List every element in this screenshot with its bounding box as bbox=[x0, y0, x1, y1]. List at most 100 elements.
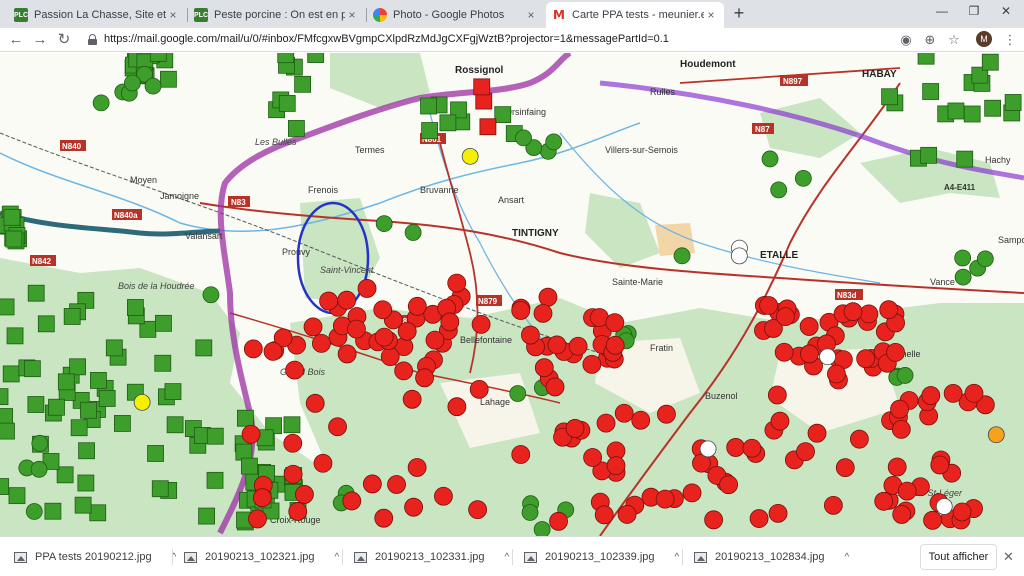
green-circle-marker bbox=[954, 268, 972, 286]
image-file-icon bbox=[524, 551, 537, 563]
tab-passion-la-chasse[interactable]: PLC Passion La Chasse, Site et Forum × bbox=[8, 2, 186, 28]
road-shield: N879 bbox=[476, 295, 502, 306]
download-item[interactable]: PPA tests 20190212.jpg ^ bbox=[14, 545, 176, 569]
green-circle-marker bbox=[375, 215, 393, 233]
show-all-downloads-button[interactable]: Tout afficher bbox=[920, 544, 997, 570]
minimize-button[interactable]: — bbox=[926, 0, 958, 22]
red-circle-marker bbox=[827, 364, 846, 384]
download-filename: 20190213_102321.jpg bbox=[205, 551, 315, 563]
tab-google-photos[interactable]: Photo - Google Photos × bbox=[367, 2, 544, 28]
green-square-marker bbox=[127, 299, 144, 316]
place-label: Hachy bbox=[985, 155, 1011, 165]
green-square-marker bbox=[147, 445, 164, 462]
maximize-button[interactable]: ❐ bbox=[958, 0, 990, 22]
window-close-button[interactable]: ✕ bbox=[990, 0, 1022, 22]
tab-gmail-carte-ppa[interactable]: M Carte PPA tests - meunier.eden@ × bbox=[546, 2, 724, 28]
green-square-marker bbox=[27, 396, 45, 413]
green-square-marker bbox=[57, 373, 75, 391]
tab-peste-porcine[interactable]: PLC Peste porcine : On est en plein d × bbox=[188, 2, 365, 28]
url-text[interactable]: https://mail.google.com/mail/u/0/#inbox/… bbox=[104, 33, 669, 45]
green-square-marker bbox=[0, 478, 10, 495]
road-shield: N897 bbox=[780, 75, 808, 86]
red-circle-marker bbox=[337, 290, 357, 310]
red-circle-marker bbox=[631, 410, 651, 430]
download-item[interactable]: 20190213_102834.jpg ^ bbox=[694, 545, 849, 569]
red-circle-marker bbox=[387, 475, 406, 494]
zoom-icon[interactable]: ⊕ bbox=[920, 30, 940, 50]
lock-icon bbox=[88, 34, 97, 45]
tab-close-icon[interactable]: × bbox=[345, 8, 359, 22]
tab-close-icon[interactable]: × bbox=[704, 8, 718, 22]
green-square-marker bbox=[6, 327, 24, 345]
red-circle-marker bbox=[337, 344, 357, 364]
green-square-marker bbox=[48, 398, 65, 416]
eye-icon[interactable]: ◉ bbox=[896, 30, 916, 50]
new-tab-button[interactable]: + bbox=[729, 4, 749, 24]
green-square-marker bbox=[44, 502, 62, 520]
red-circle-marker bbox=[726, 438, 746, 457]
green-square-marker bbox=[154, 354, 172, 372]
red-circle-marker bbox=[415, 368, 434, 388]
place-label: Rossignol bbox=[455, 65, 504, 76]
tab-close-icon[interactable]: × bbox=[166, 8, 180, 22]
red-circle-marker bbox=[311, 333, 331, 353]
place-label: Bois de la Houdrée bbox=[118, 281, 195, 291]
download-item[interactable]: 20190213_102339.jpg ^ bbox=[524, 545, 679, 569]
red-circle-marker bbox=[328, 417, 347, 437]
green-square-marker bbox=[3, 208, 21, 226]
place-label: Rulles bbox=[650, 87, 676, 97]
green-square-marker bbox=[981, 53, 999, 71]
red-circle-marker bbox=[285, 360, 305, 380]
red-circle-marker bbox=[380, 347, 400, 367]
road-shield: N83 bbox=[228, 196, 250, 207]
red-circle-marker bbox=[614, 403, 634, 423]
bookmark-star-icon[interactable]: ☆ bbox=[944, 30, 964, 50]
green-circle-marker bbox=[794, 169, 812, 187]
profile-avatar[interactable]: M bbox=[976, 31, 992, 47]
red-circle-marker bbox=[347, 319, 366, 339]
address-bar[interactable]: https://mail.google.com/mail/u/0/#inbox/… bbox=[84, 29, 904, 51]
chevron-up-icon[interactable]: ^ bbox=[505, 552, 510, 563]
green-square-marker bbox=[70, 419, 88, 437]
chevron-up-icon[interactable]: ^ bbox=[335, 552, 340, 563]
red-circle-marker bbox=[874, 491, 894, 511]
green-square-marker bbox=[288, 120, 305, 137]
red-circle-marker bbox=[533, 303, 553, 323]
menu-icon[interactable]: ⋮ bbox=[1000, 30, 1020, 50]
forward-button[interactable]: → bbox=[30, 30, 50, 50]
red-circle-marker bbox=[248, 509, 267, 529]
place-label: Prouvy bbox=[282, 247, 311, 257]
red-circle-marker bbox=[313, 453, 333, 473]
place-label: Bellefontaine bbox=[460, 335, 512, 345]
place-label: TINTIGNY bbox=[512, 228, 559, 239]
place-label: Sainte-Marie bbox=[612, 277, 663, 287]
red-circle-marker bbox=[283, 464, 303, 484]
green-square-marker bbox=[78, 442, 95, 460]
red-circle-marker bbox=[921, 386, 941, 405]
place-label: Les Bulles bbox=[255, 137, 297, 147]
green-square-marker bbox=[37, 315, 55, 333]
orange-circle-marker bbox=[987, 426, 1005, 444]
downloads-bar: PPA tests 20190212.jpg ^ 20190213_102321… bbox=[0, 536, 1024, 576]
red-circle-marker bbox=[374, 327, 394, 347]
red-circle-marker bbox=[682, 483, 702, 503]
green-square-marker bbox=[198, 507, 216, 525]
download-item[interactable]: 20190213_102321.jpg ^ bbox=[184, 545, 339, 569]
red-circle-marker bbox=[394, 361, 414, 381]
road-label: N87 bbox=[755, 125, 770, 134]
green-square-marker bbox=[0, 298, 15, 316]
red-circle-marker bbox=[799, 317, 819, 336]
road-label: N879 bbox=[478, 297, 498, 306]
download-separator bbox=[172, 549, 173, 565]
back-button[interactable]: ← bbox=[6, 30, 26, 50]
tab-close-icon[interactable]: × bbox=[524, 8, 538, 22]
green-circle-marker bbox=[896, 367, 914, 384]
chevron-up-icon[interactable]: ^ bbox=[845, 552, 850, 563]
tab-title: Passion La Chasse, Site et Forum bbox=[34, 9, 166, 21]
reload-button[interactable]: ↻ bbox=[54, 30, 74, 50]
chevron-up-icon[interactable]: ^ bbox=[675, 552, 680, 563]
place-label: ETALLE bbox=[760, 250, 798, 261]
place-label: Bruvanne bbox=[420, 185, 459, 195]
download-item[interactable]: 20190213_102331.jpg ^ bbox=[354, 545, 509, 569]
close-downloads-icon[interactable]: ✕ bbox=[1003, 549, 1014, 565]
